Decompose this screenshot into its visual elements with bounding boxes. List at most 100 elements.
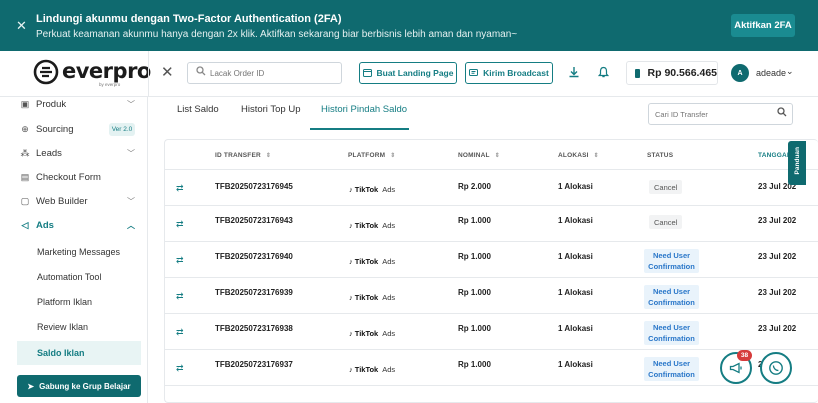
table-row[interactable]: ⇄ TFB20250723176945 ♪ TikTok Ads Rp 2.000 …	[165, 170, 818, 206]
tab-histori-top-up[interactable]: Histori Top Up	[241, 104, 301, 115]
sidebar-sub-platform-iklan[interactable]: Platform Iklan	[0, 290, 140, 314]
sidebar-item-produk[interactable]: ▣ Produk ﹀	[0, 93, 148, 115]
join-group-button[interactable]: ➤ Gabung ke Grup Belajar	[17, 375, 141, 397]
balance-amount: Rp 90.566.465	[647, 67, 717, 79]
table-row[interactable]: ⇄ TFB20250723176943 ♪ TikTok Ads Rp 1.000 …	[165, 206, 818, 242]
search-icon	[196, 66, 206, 79]
chevron-down-icon: ﹀	[127, 99, 135, 109]
whatsapp-icon	[769, 361, 783, 375]
platform-tiktok: ♪ TikTok Ads	[349, 221, 396, 230]
alokasi: 1 Alokasi	[558, 288, 593, 297]
megaphone-icon: ◁	[21, 219, 29, 230]
sidebar-item-leads[interactable]: ⁂ Leads ﹀	[0, 142, 148, 164]
platform-tiktok: ♪ TikTok Ads	[349, 293, 396, 302]
table-row[interactable]: ⇄ TFB20250723176940 ♪ TikTok Ads Rp 1.000 …	[165, 242, 818, 278]
table-row[interactable]: ⇄ TFB20250723176939 ♪ TikTok Ads Rp 1.000 …	[165, 278, 818, 314]
sort-icon: ⇕	[494, 153, 500, 159]
header-nominal[interactable]: NOMINAL ⇕	[458, 152, 500, 159]
transfer-icon: ⇄	[176, 363, 184, 373]
header-id-transfer[interactable]: ID TRANSFER ⇕	[215, 152, 271, 159]
sidebar-item-ads[interactable]: ◁ Ads ︿	[0, 214, 148, 236]
transfer-id: TFB20250723176939	[215, 288, 293, 297]
alokasi: 1 Alokasi	[558, 360, 593, 369]
logo-subtext: by everpro	[99, 82, 121, 87]
wallet-balance[interactable]: Rp 90.566.465	[626, 61, 718, 85]
guide-label: Panduan	[794, 147, 801, 175]
status-badge: Need User Confirmation	[644, 321, 699, 345]
status-badge: Cancel	[649, 180, 683, 194]
download-icon[interactable]	[568, 66, 580, 80]
sidebar-sub-automation-tool[interactable]: Automation Tool	[0, 265, 140, 289]
browser-icon	[362, 69, 372, 77]
sidebar-item-checkout-form[interactable]: ▤ Checkout Form	[0, 166, 148, 188]
transfer-id: TFB20250723176940	[215, 252, 293, 261]
globe-icon: ⊕	[21, 123, 29, 134]
activate-2fa-button[interactable]: Aktifkan 2FA	[731, 14, 795, 37]
alokasi: 1 Alokasi	[558, 182, 593, 191]
whatsapp-fab[interactable]	[760, 352, 792, 384]
header-divider	[148, 51, 149, 97]
landing-page-label: Buat Landing Page	[376, 68, 454, 78]
header-tanggal[interactable]: TANGGAL	[758, 152, 791, 159]
platform-tiktok: ♪ TikTok Ads	[349, 185, 396, 194]
platform-tiktok: ♪ TikTok Ads	[349, 329, 396, 338]
transfer-id: TFB20250723176938	[215, 324, 293, 333]
username[interactable]: adeade	[756, 68, 786, 78]
broadcast-button[interactable]: Kirim Broadcast	[465, 62, 553, 84]
sidebar-item-web-builder[interactable]: ▢ Web Builder ﹀	[0, 190, 148, 212]
order-search-input[interactable]	[210, 66, 338, 80]
chevron-down-icon[interactable]: ⌄	[786, 66, 794, 77]
status-badge: Need User Confirmation	[644, 357, 699, 381]
landing-page-button[interactable]: Buat Landing Page	[359, 62, 457, 84]
order-search[interactable]	[187, 62, 342, 84]
chevron-down-icon: ﹀	[127, 196, 135, 206]
alokasi: 1 Alokasi	[558, 324, 593, 333]
avatar[interactable]: A	[731, 64, 749, 82]
close-icon[interactable]: ✕	[161, 65, 174, 80]
sidebar-item-label: Checkout Form	[36, 171, 101, 183]
two-factor-banner: ✕ Lindungi akunmu dengan Two-Factor Auth…	[0, 0, 818, 51]
date: 23 Jul 202	[758, 324, 797, 333]
active-tab-indicator	[310, 128, 409, 130]
header-status: STATUS	[647, 152, 674, 159]
send-icon: ➤	[27, 381, 35, 391]
sidebar-sub-marketing-messages[interactable]: Marketing Messages	[0, 240, 140, 264]
form-icon: ▤	[20, 171, 30, 182]
bell-icon[interactable]	[597, 66, 610, 80]
tiktok-icon: ♪	[349, 257, 353, 266]
nominal: Rp 1.000	[458, 216, 491, 225]
tiktok-icon: ♪	[349, 365, 353, 374]
sidebar-sub-saldo-iklan[interactable]: Saldo Iklan	[17, 341, 141, 365]
status-badge: Need User Confirmation	[644, 249, 699, 273]
sidebar-item-sourcing[interactable]: ⊕ Sourcing Ver 2.0	[0, 118, 148, 140]
status-badge: Need User Confirmation	[644, 285, 699, 309]
nominal: Rp 1.000	[458, 324, 491, 333]
nominal: Rp 1.000	[458, 252, 491, 261]
sort-icon: ⇕	[593, 153, 599, 159]
table-row[interactable]: ⇄ TFB20250723176938 ♪ TikTok Ads Rp 1.000 …	[165, 314, 818, 350]
platform-tiktok: ♪ TikTok Ads	[349, 257, 396, 266]
users-icon: ⁂	[20, 147, 30, 158]
header-platform[interactable]: PLATFORM ⇕	[348, 152, 395, 159]
sidebar-item-label: Sourcing	[36, 123, 74, 135]
header-alokasi[interactable]: ALOKASI ⇕	[558, 152, 599, 159]
transfer-search[interactable]	[648, 103, 793, 125]
nominal: Rp 1.000	[458, 360, 491, 369]
everpro-logo[interactable]: everpro by everpro	[33, 58, 151, 90]
close-banner-icon[interactable]: ✕	[16, 19, 27, 32]
guide-side-tab[interactable]: Panduan	[788, 141, 806, 185]
transfer-search-input[interactable]	[655, 108, 765, 121]
logo-mark-icon	[33, 59, 59, 85]
chevron-down-icon: ﹀	[127, 148, 135, 158]
tab-histori-pindah-saldo[interactable]: Histori Pindah Saldo	[321, 104, 407, 115]
transfer-icon: ⇄	[176, 255, 184, 265]
transfer-icon: ⇄	[176, 327, 184, 337]
sidebar-item-label: Leads	[36, 147, 62, 159]
notification-badge: 38	[737, 350, 752, 361]
sort-icon: ⇕	[265, 153, 272, 159]
web-icon: ▢	[20, 195, 30, 206]
sidebar-sub-review-iklan[interactable]: Review Iklan	[0, 315, 140, 339]
tab-list-saldo[interactable]: List Saldo	[177, 104, 219, 115]
broadcast-label: Kirim Broadcast	[483, 68, 549, 78]
transfer-icon: ⇄	[176, 291, 184, 301]
